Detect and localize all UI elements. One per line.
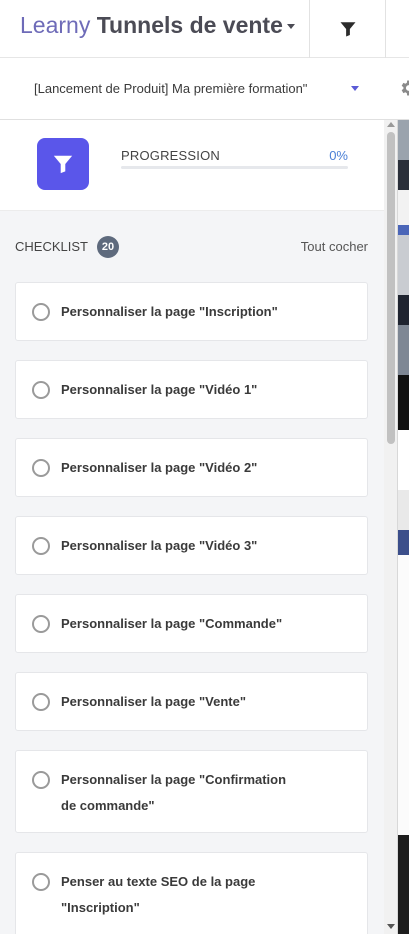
radio-icon[interactable]: [32, 771, 50, 789]
checklist-item-label: Personnaliser la page "Commande": [61, 616, 283, 631]
checklist-count-badge: 20: [97, 236, 119, 258]
checklist-item-label: Personnaliser la page "Vidéo 3": [61, 538, 258, 553]
radio-icon[interactable]: [32, 693, 50, 711]
checklist-header: CHECKLIST 20 Tout cocher: [15, 236, 368, 258]
checklist-title: CHECKLIST: [15, 239, 88, 254]
app-page: Learny Tunnels de vente [Lancement de Pr…: [0, 0, 409, 934]
checklist-item[interactable]: Personnaliser la page "Vidéo 3": [15, 516, 368, 575]
checklist-item[interactable]: Personnaliser la page "Confirmation de c…: [15, 750, 368, 833]
checklist-item[interactable]: Personnaliser la page "Vidéo 1": [15, 360, 368, 419]
radio-icon[interactable]: [32, 615, 50, 633]
funnel-select-bar: [Lancement de Produit] Ma première forma…: [0, 58, 409, 120]
checklist-item[interactable]: Personnaliser la page "Commande": [15, 594, 368, 653]
brand-name: Learny: [20, 12, 91, 38]
top-header: Learny Tunnels de vente: [0, 0, 409, 58]
background-page: [398, 120, 409, 934]
check-all-button[interactable]: Tout cocher: [301, 239, 368, 254]
funnel-filter-button[interactable]: [310, 0, 385, 58]
radio-icon[interactable]: [32, 303, 50, 321]
radio-icon[interactable]: [32, 873, 50, 891]
scroll-down-arrow-icon[interactable]: [387, 924, 395, 929]
checklist-item[interactable]: Penser au texte SEO de la page "Inscript…: [15, 852, 368, 934]
progress-card: PROGRESSION 0%: [0, 120, 384, 211]
chevron-down-icon[interactable]: [351, 86, 359, 91]
progress-label: PROGRESSION: [121, 148, 220, 163]
funnel-tile: [37, 138, 89, 190]
checklist-item-label: Personnaliser la page "Inscription": [61, 304, 278, 319]
checklist-panel: PROGRESSION 0% CHECKLIST 20 Tout cocher …: [0, 120, 398, 934]
checklist-item-label: Personnaliser la page "Vidéo 2": [61, 460, 258, 475]
checklist-item-label-line1: Penser au texte SEO de la page: [61, 874, 256, 889]
radio-icon[interactable]: [32, 537, 50, 555]
gear-icon[interactable]: [398, 78, 409, 98]
checklist-item[interactable]: Personnaliser la page "Vidéo 2": [15, 438, 368, 497]
checklist-item-label-line1: Personnaliser la page "Confirmation: [61, 772, 287, 787]
scroll-up-arrow-icon[interactable]: [387, 122, 395, 127]
filter-icon: [340, 22, 355, 37]
checklist-item[interactable]: Personnaliser la page "Inscription": [15, 282, 368, 341]
section-title: Tunnels de vente: [96, 12, 283, 38]
scrollbar[interactable]: [384, 120, 397, 934]
progress-bar: [121, 166, 348, 169]
scrollbar-thumb[interactable]: [387, 132, 395, 444]
checklist-item[interactable]: Personnaliser la page "Vente": [15, 672, 368, 731]
app-title-dropdown[interactable]: Learny Tunnels de vente: [20, 12, 295, 39]
radio-icon[interactable]: [32, 459, 50, 477]
divider: [385, 0, 386, 58]
funnel-icon: [53, 155, 73, 174]
checklist-item-label-line2: "Inscription": [61, 900, 140, 915]
checklist-item-label-line2: de commande": [61, 798, 155, 813]
caret-down-icon: [286, 24, 295, 30]
checklist-item-label: Personnaliser la page "Vidéo 1": [61, 382, 258, 397]
checklist-item-label: Personnaliser la page "Vente": [61, 694, 247, 709]
radio-icon[interactable]: [32, 381, 50, 399]
progress-percent: 0%: [329, 148, 348, 163]
funnel-select[interactable]: [Lancement de Produit] Ma première forma…: [34, 81, 307, 96]
